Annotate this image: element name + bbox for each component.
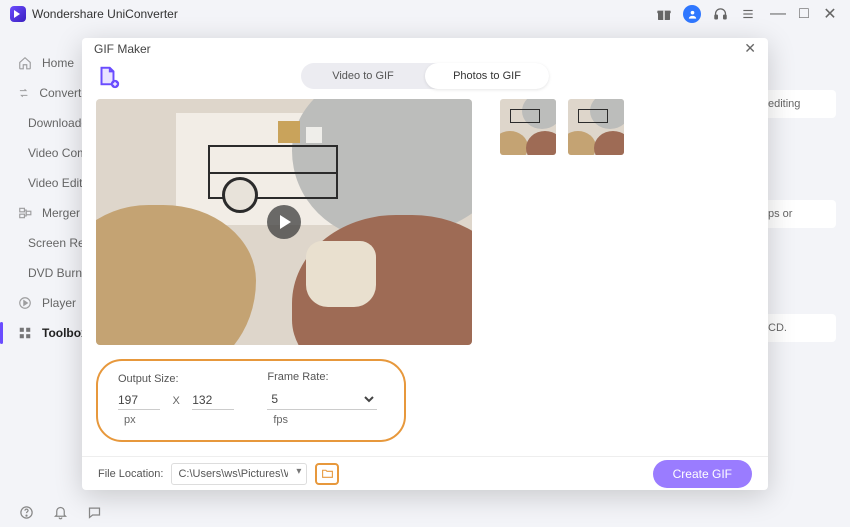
modal-header: GIF Maker ✕ (82, 38, 768, 59)
frame-rate-select[interactable]: 5 (267, 389, 377, 410)
rate-unit-label: fps (273, 414, 288, 426)
modal-body (82, 99, 768, 345)
player-icon (18, 296, 32, 310)
help-icon[interactable] (18, 504, 34, 520)
output-size-field: Output Size: X px (118, 373, 237, 428)
mode-segmented-control: Video to GIF Photos to GIF (301, 63, 549, 89)
dimension-separator: X (172, 395, 179, 407)
merger-icon (18, 206, 32, 220)
thumbnail-item[interactable] (500, 99, 556, 155)
bottombar (0, 497, 120, 527)
converter-icon (18, 86, 29, 100)
modal-toolbar: Video to GIF Photos to GIF (82, 59, 768, 99)
hamburger-menu-icon[interactable] (739, 5, 757, 23)
tab-photos-to-gif[interactable]: Photos to GIF (425, 63, 549, 89)
output-size-label: Output Size: (118, 373, 237, 385)
sidebar-item-label: Home (42, 56, 74, 70)
window-maximize-button[interactable]: □ (794, 4, 814, 24)
window-close-button[interactable]: ✕ (820, 4, 840, 24)
bg-card-snippet: editing (762, 90, 836, 118)
sidebar-item-label: Merger (42, 206, 80, 220)
thumbnail-strip (500, 99, 624, 345)
file-location-label: File Location: (98, 468, 163, 480)
app-title-text: Wondershare UniConverter (32, 7, 178, 21)
browse-folder-button[interactable] (315, 463, 339, 485)
height-input[interactable] (192, 391, 234, 410)
sidebar-item-label: Toolbox (42, 326, 88, 340)
tab-video-to-gif[interactable]: Video to GIF (301, 63, 425, 89)
sidebar-item-label: Player (42, 296, 76, 310)
size-unit-label: px (124, 414, 136, 426)
headset-icon[interactable] (711, 5, 729, 23)
home-icon (18, 56, 32, 70)
bg-card-snippet: ps or (762, 200, 836, 228)
feedback-icon[interactable] (86, 504, 102, 520)
window-minimize-button[interactable]: — (768, 4, 788, 24)
file-location-select[interactable]: C:\Users\ws\Pictures\Wondersh (171, 463, 307, 485)
toolbox-icon (18, 326, 32, 340)
gift-icon[interactable] (655, 5, 673, 23)
create-gif-button[interactable]: Create GIF (653, 460, 752, 488)
modal-title: GIF Maker (94, 42, 151, 56)
frame-rate-label: Frame Rate: (267, 371, 384, 383)
user-avatar-icon[interactable] (683, 5, 701, 23)
gif-maker-modal: GIF Maker ✕ Video to GIF Photos to GIF O… (82, 38, 768, 490)
add-photos-button[interactable] (96, 65, 118, 87)
width-input[interactable] (118, 391, 160, 410)
modal-close-button[interactable]: ✕ (744, 40, 756, 57)
app-title: Wondershare UniConverter (10, 6, 178, 22)
bell-icon[interactable] (52, 504, 68, 520)
preview-image (96, 99, 472, 345)
frame-rate-field: Frame Rate: 5 fps (267, 371, 384, 428)
thumbnail-item[interactable] (568, 99, 624, 155)
app-logo-icon (10, 6, 26, 22)
play-button[interactable] (267, 205, 301, 239)
titlebar: Wondershare UniConverter — □ ✕ (0, 0, 850, 28)
output-settings-panel: Output Size: X px Frame Rate: 5 fps (96, 359, 406, 442)
modal-footer: File Location: C:\Users\ws\Pictures\Wond… (82, 456, 768, 490)
bg-card-snippet: CD. (762, 314, 836, 342)
